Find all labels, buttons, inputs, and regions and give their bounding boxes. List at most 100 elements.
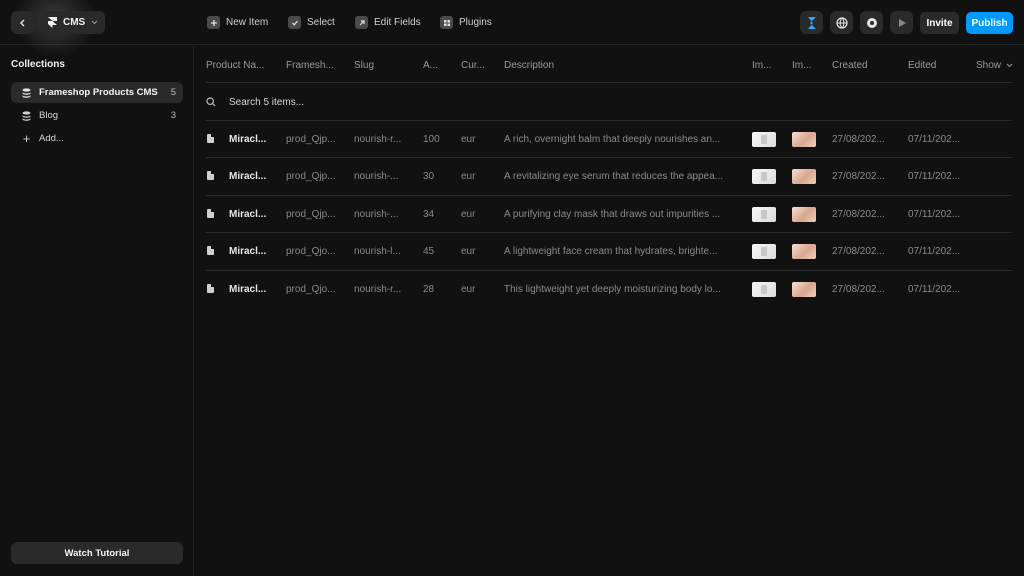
- column-header-slug[interactable]: Slug: [354, 60, 404, 71]
- model-image-thumbnail[interactable]: [792, 244, 816, 259]
- item-count: 5: [170, 87, 176, 98]
- cms-table: Product Na... Framesh... Slug A... Cur..…: [195, 46, 1024, 576]
- database-icon: [22, 87, 31, 98]
- cell-description: A lightweight face cream that hydrates, …: [504, 246, 718, 257]
- preview-button[interactable]: [890, 11, 913, 34]
- grid-icon: [440, 16, 453, 29]
- sidebar-item-blog[interactable]: Blog 3: [11, 105, 183, 126]
- cell-product-name: Miracl...: [229, 171, 267, 182]
- cell-slug: nourish-r...: [354, 134, 402, 145]
- cell-currency: eur: [461, 171, 476, 182]
- table-row[interactable]: Miracl... prod_Qjp... nourish-r... 100 e…: [206, 121, 1012, 158]
- add-collection-label: Add...: [39, 133, 64, 144]
- edit-fields-button[interactable]: Edit Fields: [355, 14, 421, 31]
- cell-product-name: Miracl...: [229, 134, 267, 145]
- search-placeholder: Search 5 items...: [229, 96, 305, 108]
- cell-frameshop: prod_Qjo...: [286, 284, 336, 295]
- table-row[interactable]: Miracl... prod_Qjp... nourish-... 30 eur…: [206, 158, 1012, 195]
- invite-button[interactable]: Invite: [920, 12, 959, 34]
- column-header-currency[interactable]: Cur...: [461, 60, 491, 71]
- chevron-left-icon: [19, 19, 24, 26]
- cell-amount: 45: [423, 246, 435, 257]
- back-button[interactable]: [11, 11, 34, 34]
- show-label: Show: [976, 60, 1002, 71]
- cell-product-name: Miracl...: [229, 246, 267, 257]
- chevron-down-icon: [1006, 63, 1013, 68]
- cell-slug: nourish-l...: [354, 246, 401, 257]
- sidebar-item-frameshop-products[interactable]: Frameshop Products CMS 5: [11, 82, 183, 103]
- cell-amount: 28: [423, 284, 435, 295]
- database-icon: [22, 110, 31, 121]
- product-image-thumbnail[interactable]: [752, 282, 776, 297]
- model-image-thumbnail[interactable]: [792, 282, 816, 297]
- column-header-created[interactable]: Created: [832, 60, 892, 71]
- cell-product-name: Miracl...: [229, 209, 267, 220]
- top-bar: CMS New Item Select Edit Fields Plugins …: [0, 0, 1024, 60]
- item-count: 3: [170, 110, 176, 121]
- check-icon: [288, 16, 301, 29]
- cell-created: 27/08/202...: [832, 209, 885, 220]
- column-header-product-name[interactable]: Product Na...: [206, 60, 272, 71]
- settings-button[interactable]: [860, 11, 883, 34]
- cell-slug: nourish-r...: [354, 284, 402, 295]
- product-image-thumbnail[interactable]: [752, 207, 776, 222]
- edit-fields-label: Edit Fields: [374, 17, 421, 28]
- cell-currency: eur: [461, 246, 476, 257]
- plugins-label: Plugins: [459, 17, 492, 28]
- cell-description: A purifying clay mask that draws out imp…: [504, 209, 721, 220]
- show-columns-button[interactable]: Show: [976, 60, 1016, 71]
- cell-created: 27/08/202...: [832, 134, 885, 145]
- new-item-label: New Item: [226, 17, 269, 28]
- cell-created: 27/08/202...: [832, 284, 885, 295]
- arrow-up-right-icon: [355, 16, 368, 29]
- table-row[interactable]: Miracl... prod_Qjo... nourish-l... 45 eu…: [206, 233, 1012, 270]
- publish-button[interactable]: Publish: [966, 12, 1013, 34]
- new-item-button[interactable]: New Item: [207, 14, 268, 31]
- column-header-frameshop[interactable]: Framesh...: [286, 60, 341, 71]
- document-icon: [207, 284, 214, 293]
- document-icon: [207, 134, 214, 143]
- product-image-thumbnail[interactable]: [752, 169, 776, 184]
- cell-frameshop: prod_Qjp...: [286, 134, 336, 145]
- table-row[interactable]: Miracl... prod_Qjp... nourish-... 34 eur…: [206, 196, 1012, 233]
- search-bar[interactable]: Search 5 items...: [206, 92, 304, 112]
- sidebar-item-label: Frameshop Products CMS: [39, 87, 158, 98]
- cell-created: 27/08/202...: [832, 246, 885, 257]
- column-header-edited[interactable]: Edited: [908, 60, 968, 71]
- column-header-description[interactable]: Description: [504, 60, 734, 71]
- cell-edited: 07/11/202...: [908, 209, 961, 220]
- product-image-thumbnail[interactable]: [752, 132, 776, 147]
- column-header-amount[interactable]: A...: [423, 60, 445, 71]
- cell-slug: nourish-...: [354, 209, 399, 220]
- globe-button[interactable]: [830, 11, 853, 34]
- cell-currency: eur: [461, 284, 476, 295]
- product-image-thumbnail[interactable]: [752, 244, 776, 259]
- cell-amount: 100: [423, 134, 440, 145]
- add-collection-button[interactable]: + Add...: [11, 128, 183, 149]
- model-image-thumbnail[interactable]: [792, 169, 816, 184]
- column-header-image-2[interactable]: Im...: [792, 60, 814, 71]
- column-header-image-1[interactable]: Im...: [752, 60, 774, 71]
- app-plugin-button[interactable]: [800, 11, 823, 34]
- plus-icon: +: [22, 131, 31, 146]
- cell-amount: 34: [423, 209, 435, 220]
- watch-tutorial-button[interactable]: Watch Tutorial: [11, 542, 183, 564]
- project-switcher[interactable]: CMS: [41, 11, 105, 34]
- select-label: Select: [307, 17, 335, 28]
- sidebar-item-label: Blog: [39, 110, 59, 121]
- plus-icon: [207, 16, 220, 29]
- cell-edited: 07/11/202...: [908, 171, 961, 182]
- select-button[interactable]: Select: [288, 14, 335, 31]
- cell-description: This lightweight yet deeply moisturizing…: [504, 284, 721, 295]
- model-image-thumbnail[interactable]: [792, 207, 816, 222]
- search-icon: [206, 97, 216, 107]
- globe-icon: [835, 16, 848, 29]
- table-row[interactable]: Miracl... prod_Qjo... nourish-r... 28 eu…: [206, 271, 1012, 308]
- document-icon: [207, 246, 214, 255]
- plugins-button[interactable]: Plugins: [440, 14, 492, 31]
- cell-product-name: Miracl...: [229, 284, 267, 295]
- model-image-thumbnail[interactable]: [792, 132, 816, 147]
- cell-currency: eur: [461, 134, 476, 145]
- cell-description: A revitalizing eye serum that reduces th…: [504, 171, 724, 182]
- plugin-logo-icon: [807, 16, 816, 29]
